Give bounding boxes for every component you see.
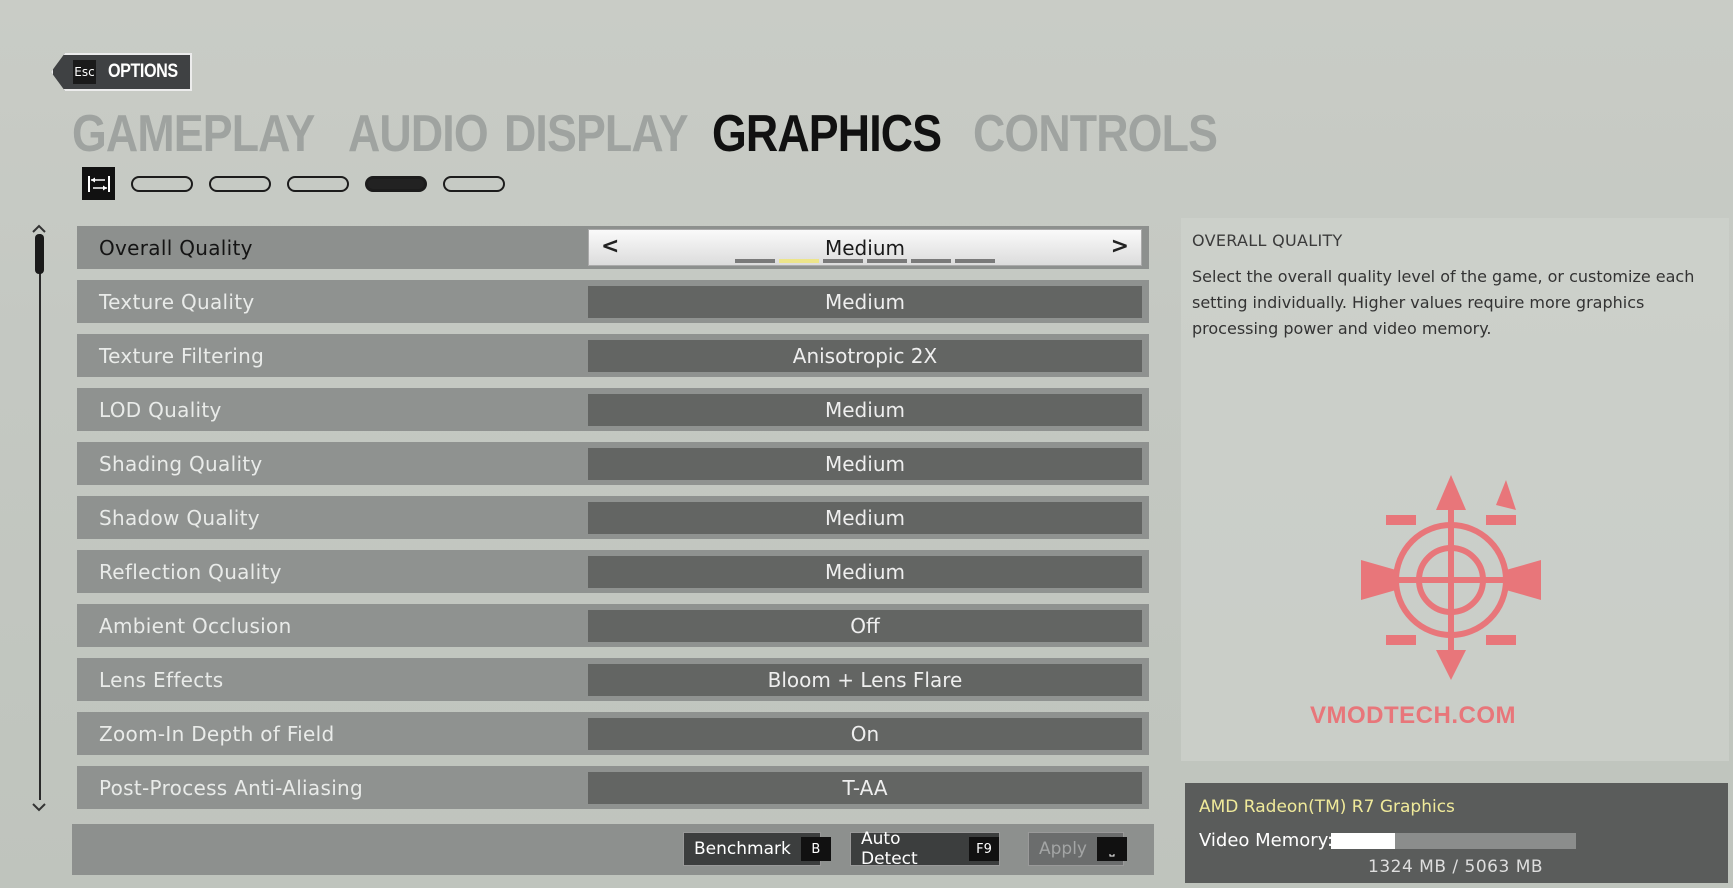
setting-row-zoom-in-dof[interactable]: Zoom-In Depth of Field On: [77, 712, 1149, 755]
benchmark-button[interactable]: Benchmark B: [683, 832, 831, 866]
setting-row-texture-filtering[interactable]: Texture Filtering Anisotropic 2X: [77, 334, 1149, 377]
auto-detect-key: F9: [969, 837, 999, 861]
arrow-left-icon[interactable]: <: [601, 234, 619, 259]
setting-value-selector[interactable]: < Medium >: [588, 229, 1142, 266]
benchmark-label: Benchmark: [694, 839, 791, 859]
setting-name: Reflection Quality: [99, 559, 282, 584]
scrollbar-track[interactable]: [39, 234, 41, 800]
level-dot: [823, 259, 863, 263]
apply-button[interactable]: Apply ⎵: [1028, 832, 1127, 866]
video-memory-label: Video Memory:: [1199, 830, 1334, 851]
adjust-sliders-icon[interactable]: [82, 167, 115, 200]
subtab-2[interactable]: [209, 175, 271, 192]
benchmark-key: B: [800, 837, 831, 861]
setting-value: Medium: [825, 235, 905, 260]
tab-graphics[interactable]: GRAPHICS: [712, 106, 942, 162]
esc-key-badge: Esc: [73, 60, 96, 84]
options-back-button[interactable]: Esc OPTIONS: [51, 53, 192, 91]
setting-value[interactable]: Medium: [588, 448, 1142, 480]
tab-controls[interactable]: CONTROLS: [973, 106, 1218, 162]
setting-name: Shadow Quality: [99, 505, 260, 530]
setting-value[interactable]: Medium: [588, 286, 1142, 318]
setting-row-lod-quality[interactable]: LOD Quality Medium: [77, 388, 1149, 431]
setting-row-shadow-quality[interactable]: Shadow Quality Medium: [77, 496, 1149, 539]
subtab-5[interactable]: [443, 175, 505, 192]
level-dot-active: [779, 259, 819, 263]
level-dot: [735, 259, 775, 263]
apply-key-icon: ⎵: [1097, 837, 1127, 861]
setting-name: Texture Quality: [99, 289, 255, 314]
setting-name: Ambient Occlusion: [99, 613, 292, 638]
setting-row-texture-quality[interactable]: Texture Quality Medium: [77, 280, 1149, 323]
setting-value[interactable]: T-AA: [588, 772, 1142, 804]
setting-name: Shading Quality: [99, 451, 263, 476]
setting-value[interactable]: Anisotropic 2X: [588, 340, 1142, 372]
setting-row-reflection-quality[interactable]: Reflection Quality Medium: [77, 550, 1149, 593]
setting-row-lens-effects[interactable]: Lens Effects Bloom + Lens Flare: [77, 658, 1149, 701]
setting-name: Lens Effects: [99, 667, 224, 692]
scroll-down-icon[interactable]: [31, 798, 47, 817]
arrow-right-icon[interactable]: >: [1111, 234, 1129, 259]
setting-name: Overall Quality: [99, 235, 253, 260]
tab-gameplay[interactable]: GAMEPLAY: [72, 106, 315, 162]
setting-name: Zoom-In Depth of Field: [99, 721, 335, 746]
watermark-text: VMODTECH.COM: [1310, 702, 1516, 729]
info-title: OVERALL QUALITY: [1192, 231, 1343, 250]
level-dot: [867, 259, 907, 263]
setting-row-overall-quality[interactable]: Overall Quality < Medium >: [77, 226, 1149, 269]
subtab-1[interactable]: [131, 175, 193, 192]
setting-value[interactable]: Bloom + Lens Flare: [588, 664, 1142, 696]
subtab-3[interactable]: [287, 175, 349, 192]
setting-row-shading-quality[interactable]: Shading Quality Medium: [77, 442, 1149, 485]
video-memory-fill: [1331, 833, 1395, 849]
scrollbar-thumb[interactable]: [35, 234, 44, 274]
level-dot: [955, 259, 995, 263]
main-tabs: GAMEPLAY AUDIO DISPLAY GRAPHICS CONTROLS: [72, 106, 1226, 162]
action-bar: Benchmark B Auto Detect F9 Apply ⎵: [72, 824, 1154, 875]
setting-value[interactable]: Off: [588, 610, 1142, 642]
auto-detect-button[interactable]: Auto Detect F9: [850, 829, 1000, 869]
subtab-4[interactable]: [365, 175, 427, 192]
video-memory-text: 1324 MB / 5063 MB: [1368, 857, 1544, 877]
auto-detect-label: Auto Detect: [861, 829, 918, 869]
setting-name: LOD Quality: [99, 397, 222, 422]
tab-audio[interactable]: AUDIO: [348, 106, 489, 162]
info-description: Select the overall quality level of the …: [1192, 267, 1695, 338]
watermark-logo-icon: [1361, 475, 1541, 680]
info-panel: OVERALL QUALITY Select the overall quali…: [1181, 218, 1729, 761]
gpu-memory-panel: AMD Radeon(TM) R7 Graphics Video Memory:…: [1185, 783, 1728, 883]
setting-row-ambient-occlusion[interactable]: Ambient Occlusion Off: [77, 604, 1149, 647]
tab-display[interactable]: DISPLAY: [504, 106, 689, 162]
quality-level-indicator: [735, 259, 995, 263]
gpu-name: AMD Radeon(TM) R7 Graphics: [1199, 797, 1455, 817]
apply-label: Apply: [1039, 839, 1087, 859]
setting-name: Texture Filtering: [99, 343, 265, 368]
options-label: OPTIONS: [107, 61, 178, 82]
setting-value[interactable]: Medium: [588, 394, 1142, 426]
subtabs: [82, 167, 505, 200]
level-dot: [911, 259, 951, 263]
settings-list: Overall Quality < Medium > Texture Quali…: [77, 226, 1149, 820]
setting-row-post-process-aa[interactable]: Post-Process Anti-Aliasing T-AA: [77, 766, 1149, 809]
video-memory-bar: [1331, 833, 1576, 849]
setting-value[interactable]: Medium: [588, 556, 1142, 588]
setting-value[interactable]: Medium: [588, 502, 1142, 534]
setting-value[interactable]: On: [588, 718, 1142, 750]
setting-name: Post-Process Anti-Aliasing: [99, 775, 364, 800]
